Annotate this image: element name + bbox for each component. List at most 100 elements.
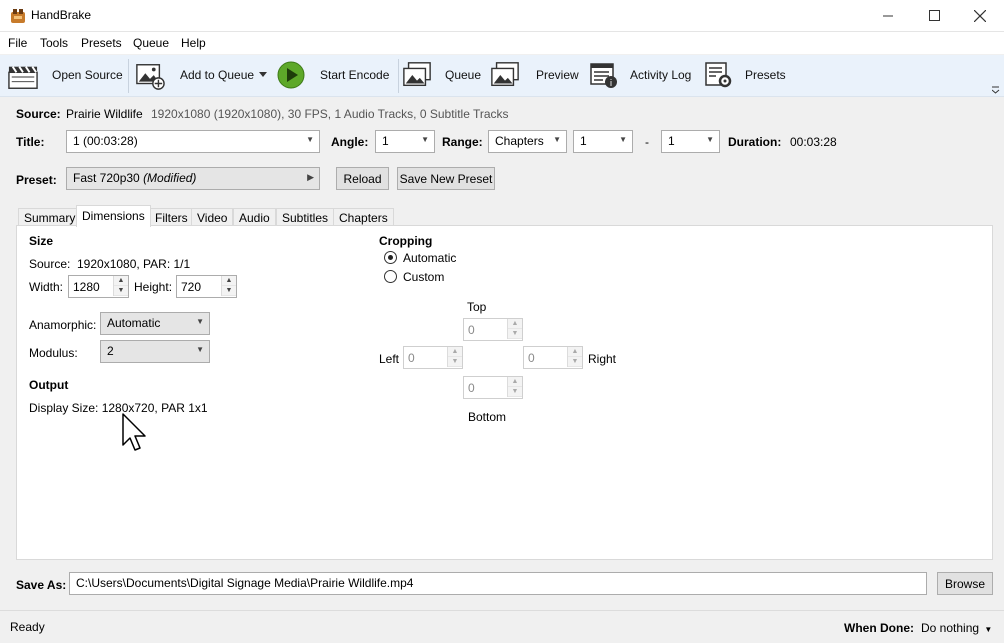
save-new-preset-button[interactable]: Save New Preset bbox=[397, 167, 495, 190]
menu-tools[interactable]: Tools bbox=[40, 36, 68, 50]
crop-left-spinner[interactable]: 0 ▲ ▼ bbox=[403, 346, 463, 369]
angle-select[interactable]: 1 ▼ bbox=[375, 130, 435, 153]
duration-label: Duration: bbox=[728, 135, 782, 149]
mouse-cursor-icon bbox=[122, 413, 146, 451]
crop-custom-radio[interactable] bbox=[384, 270, 397, 283]
source-info: 1920x1080 (1920x1080), 30 FPS, 1 Audio T… bbox=[151, 107, 509, 121]
range-dash: - bbox=[645, 135, 649, 149]
source-label: Source: bbox=[16, 107, 61, 121]
range-type-select[interactable]: Chapters ▼ bbox=[488, 130, 567, 153]
window-title: HandBrake bbox=[31, 8, 92, 22]
minimize-button[interactable] bbox=[865, 0, 911, 31]
menu-presets[interactable]: Presets bbox=[81, 36, 122, 50]
crop-top-spinner[interactable]: 0 ▲ ▼ bbox=[463, 318, 523, 341]
presets-settings-icon bbox=[705, 62, 732, 88]
crop-top-label: Top bbox=[467, 300, 487, 314]
preview-button[interactable]: Preview bbox=[488, 55, 580, 97]
start-encode-label: Start Encode bbox=[320, 68, 390, 82]
dropdown-arrow-icon[interactable] bbox=[259, 72, 267, 78]
activity-log-button[interactable]: i Activity Log bbox=[587, 55, 697, 97]
height-spinner[interactable]: 720 ▲ ▼ bbox=[176, 275, 237, 298]
spin-down-icon[interactable]: ▼ bbox=[508, 329, 522, 339]
size-source-label: Source: bbox=[29, 257, 71, 271]
presets-button[interactable]: Presets bbox=[703, 55, 787, 97]
chevron-right-icon: ▶ bbox=[307, 172, 314, 182]
presets-label: Presets bbox=[745, 68, 786, 82]
chevron-down-icon: ▼ bbox=[553, 135, 561, 144]
crop-automatic-radio[interactable] bbox=[384, 251, 397, 264]
menu-help[interactable]: Help bbox=[181, 36, 206, 50]
spin-up-icon[interactable]: ▲ bbox=[222, 276, 236, 286]
menu-file[interactable]: File bbox=[8, 36, 27, 50]
tab-video[interactable]: Video bbox=[191, 208, 234, 226]
menu-bar: File Tools Presets Queue Help bbox=[0, 32, 1004, 54]
add-image-icon bbox=[136, 64, 165, 90]
save-as-path-input[interactable]: C:\Users\Documents\Digital Signage Media… bbox=[69, 572, 927, 595]
tab-audio[interactable]: Audio bbox=[233, 208, 276, 226]
spin-up-icon[interactable]: ▲ bbox=[508, 377, 522, 387]
title-select-value: 1 (00:03:28) bbox=[73, 134, 138, 148]
open-source-button[interactable]: Open Source bbox=[4, 55, 124, 97]
maximize-button[interactable] bbox=[911, 0, 957, 31]
range-type-value: Chapters bbox=[495, 134, 544, 148]
reload-button[interactable]: Reload bbox=[336, 167, 389, 190]
spin-down-icon[interactable]: ▼ bbox=[508, 387, 522, 397]
spin-up-icon[interactable]: ▲ bbox=[568, 347, 582, 357]
toolbar-overflow-icon[interactable] bbox=[992, 86, 1000, 94]
tab-filters[interactable]: Filters bbox=[149, 208, 194, 226]
close-button[interactable] bbox=[957, 0, 1003, 31]
queue-label: Queue bbox=[445, 68, 482, 82]
range-start-select[interactable]: 1 ▼ bbox=[573, 130, 633, 153]
chevron-down-icon: ▼ bbox=[984, 625, 993, 634]
height-value: 720 bbox=[181, 280, 202, 294]
browse-button[interactable]: Browse bbox=[937, 572, 993, 595]
minimize-icon bbox=[882, 15, 893, 17]
output-heading: Output bbox=[29, 378, 69, 392]
spinner-buttons: ▲ ▼ bbox=[507, 377, 522, 397]
width-spinner[interactable]: 1280 ▲ ▼ bbox=[68, 275, 129, 298]
tab-dimensions[interactable]: Dimensions bbox=[76, 205, 151, 227]
spin-up-icon[interactable]: ▲ bbox=[448, 347, 462, 357]
queue-images-icon bbox=[403, 62, 431, 87]
tab-subtitles[interactable]: Subtitles bbox=[276, 208, 335, 226]
spin-down-icon[interactable]: ▼ bbox=[568, 357, 582, 367]
when-done-dropdown[interactable]: Do nothing ▼ bbox=[921, 621, 992, 635]
crop-right-spinner[interactable]: 0 ▲ ▼ bbox=[523, 346, 583, 369]
title-label: Title: bbox=[16, 135, 45, 149]
spin-down-icon[interactable]: ▼ bbox=[114, 286, 128, 296]
clapperboard-icon bbox=[8, 66, 38, 89]
spin-down-icon[interactable]: ▼ bbox=[448, 357, 462, 367]
range-end-value: 1 bbox=[668, 134, 675, 148]
chevron-down-icon: ▼ bbox=[306, 135, 314, 144]
preview-images-icon bbox=[491, 62, 519, 87]
tab-summary[interactable]: Summary bbox=[18, 208, 82, 226]
open-source-label: Open Source bbox=[52, 68, 123, 82]
modulus-select[interactable]: 2 ▼ bbox=[100, 340, 210, 363]
save-as-path: C:\Users\Documents\Digital Signage Media… bbox=[76, 576, 414, 590]
activity-log-icon: i bbox=[590, 63, 617, 89]
title-select[interactable]: 1 (00:03:28) ▼ bbox=[66, 130, 320, 153]
spinner-buttons: ▲ ▼ bbox=[447, 347, 462, 367]
crop-bottom-spinner[interactable]: 0 ▲ ▼ bbox=[463, 376, 523, 399]
range-end-select[interactable]: 1 ▼ bbox=[661, 130, 720, 153]
menu-queue[interactable]: Queue bbox=[133, 36, 169, 50]
spinner-buttons: ▲ ▼ bbox=[221, 276, 236, 296]
chevron-down-icon: ▼ bbox=[619, 135, 627, 144]
crop-bottom-value: 0 bbox=[468, 381, 475, 395]
tab-chapters[interactable]: Chapters bbox=[333, 208, 394, 226]
preset-selector[interactable]: Fast 720p30 (Modified) ▶ bbox=[66, 167, 320, 190]
queue-button[interactable]: Queue bbox=[400, 55, 484, 97]
radio-selected-dot bbox=[388, 255, 393, 260]
spin-up-icon[interactable]: ▲ bbox=[508, 319, 522, 329]
start-encode-button[interactable]: Start Encode bbox=[274, 55, 394, 97]
spin-up-icon[interactable]: ▲ bbox=[114, 276, 128, 286]
toolbar-separator bbox=[398, 59, 399, 93]
anamorphic-select[interactable]: Automatic ▼ bbox=[100, 312, 210, 335]
spin-down-icon[interactable]: ▼ bbox=[222, 286, 236, 296]
duration-value: 00:03:28 bbox=[790, 135, 837, 149]
width-label: Width: bbox=[29, 280, 64, 294]
spinner-buttons: ▲ ▼ bbox=[113, 276, 128, 296]
preview-label: Preview bbox=[536, 68, 579, 82]
add-to-queue-button[interactable]: Add to Queue bbox=[132, 55, 270, 97]
chevron-down-icon: ▼ bbox=[421, 135, 429, 144]
